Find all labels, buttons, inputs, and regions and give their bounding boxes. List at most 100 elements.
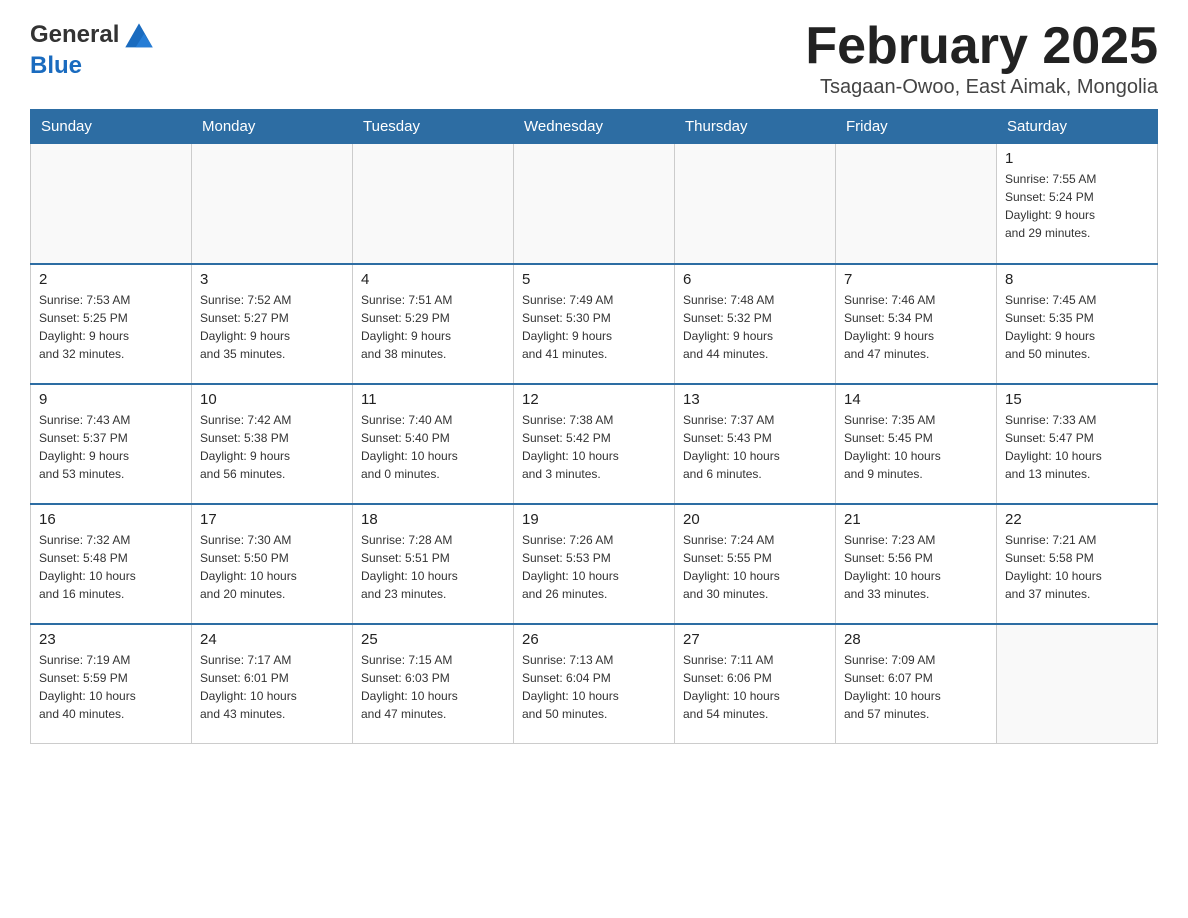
- day-number: 8: [1005, 271, 1149, 288]
- calendar-cell: 12 Sunrise: 7:38 AM Sunset: 5:42 PM Dayli…: [514, 384, 675, 504]
- calendar-cell: 8 Sunrise: 7:45 AM Sunset: 5:35 PM Daylig…: [997, 264, 1158, 384]
- calendar-cell: 15 Sunrise: 7:33 AM Sunset: 5:47 PM Dayli…: [997, 384, 1158, 504]
- calendar-cell: 19 Sunrise: 7:26 AM Sunset: 5:53 PM Dayli…: [514, 504, 675, 624]
- day-info: Sunrise: 7:45 AM Sunset: 5:35 PM Dayligh…: [1005, 291, 1149, 363]
- calendar-cell: [353, 144, 514, 264]
- day-number: 1: [1005, 150, 1149, 167]
- day-number: 28: [844, 631, 988, 648]
- calendar-cell: 27 Sunrise: 7:11 AM Sunset: 6:06 PM Dayli…: [675, 624, 836, 744]
- day-info: Sunrise: 7:43 AM Sunset: 5:37 PM Dayligh…: [39, 411, 183, 483]
- day-number: 24: [200, 631, 344, 648]
- calendar-header-row: SundayMondayTuesdayWednesdayThursdayFrid…: [31, 110, 1158, 144]
- calendar-week-row: 9 Sunrise: 7:43 AM Sunset: 5:37 PM Daylig…: [31, 384, 1158, 504]
- calendar-cell: 7 Sunrise: 7:46 AM Sunset: 5:34 PM Daylig…: [836, 264, 997, 384]
- calendar-cell: [514, 144, 675, 264]
- calendar-cell: 10 Sunrise: 7:42 AM Sunset: 5:38 PM Dayli…: [192, 384, 353, 504]
- day-number: 12: [522, 391, 666, 408]
- day-number: 27: [683, 631, 827, 648]
- day-info: Sunrise: 7:23 AM Sunset: 5:56 PM Dayligh…: [844, 531, 988, 603]
- day-number: 9: [39, 391, 183, 408]
- day-info: Sunrise: 7:53 AM Sunset: 5:25 PM Dayligh…: [39, 291, 183, 363]
- calendar-cell: [31, 144, 192, 264]
- day-number: 25: [361, 631, 505, 648]
- day-info: Sunrise: 7:19 AM Sunset: 5:59 PM Dayligh…: [39, 651, 183, 723]
- day-info: Sunrise: 7:11 AM Sunset: 6:06 PM Dayligh…: [683, 651, 827, 723]
- day-info: Sunrise: 7:28 AM Sunset: 5:51 PM Dayligh…: [361, 531, 505, 603]
- calendar-cell: 17 Sunrise: 7:30 AM Sunset: 5:50 PM Dayli…: [192, 504, 353, 624]
- day-number: 5: [522, 271, 666, 288]
- day-info: Sunrise: 7:46 AM Sunset: 5:34 PM Dayligh…: [844, 291, 988, 363]
- day-number: 23: [39, 631, 183, 648]
- calendar-week-row: 23 Sunrise: 7:19 AM Sunset: 5:59 PM Dayli…: [31, 624, 1158, 744]
- day-info: Sunrise: 7:35 AM Sunset: 5:45 PM Dayligh…: [844, 411, 988, 483]
- day-number: 2: [39, 271, 183, 288]
- day-number: 4: [361, 271, 505, 288]
- calendar-cell: 20 Sunrise: 7:24 AM Sunset: 5:55 PM Dayli…: [675, 504, 836, 624]
- title-block: February 2025 Tsagaan-Owoo, East Aimak, …: [805, 20, 1158, 99]
- day-info: Sunrise: 7:55 AM Sunset: 5:24 PM Dayligh…: [1005, 170, 1149, 242]
- calendar-cell: 16Sunrise: 7:32 AM Sunset: 5:48 PM Dayli…: [31, 504, 192, 624]
- day-info: Sunrise: 7:48 AM Sunset: 5:32 PM Dayligh…: [683, 291, 827, 363]
- day-info: Sunrise: 7:42 AM Sunset: 5:38 PM Dayligh…: [200, 411, 344, 483]
- calendar-cell: 5 Sunrise: 7:49 AM Sunset: 5:30 PM Daylig…: [514, 264, 675, 384]
- calendar-cell: 18 Sunrise: 7:28 AM Sunset: 5:51 PM Dayli…: [353, 504, 514, 624]
- day-info: Sunrise: 7:24 AM Sunset: 5:55 PM Dayligh…: [683, 531, 827, 603]
- calendar-table: SundayMondayTuesdayWednesdayThursdayFrid…: [30, 109, 1158, 744]
- calendar-cell: 6Sunrise: 7:48 AM Sunset: 5:32 PM Daylig…: [675, 264, 836, 384]
- calendar-week-row: 1 Sunrise: 7:55 AM Sunset: 5:24 PM Daylig…: [31, 144, 1158, 264]
- weekday-header-tuesday: Tuesday: [353, 110, 514, 144]
- day-number: 10: [200, 391, 344, 408]
- calendar-cell: 1 Sunrise: 7:55 AM Sunset: 5:24 PM Daylig…: [997, 144, 1158, 264]
- day-info: Sunrise: 7:52 AM Sunset: 5:27 PM Dayligh…: [200, 291, 344, 363]
- day-number: 22: [1005, 511, 1149, 528]
- day-info: Sunrise: 7:49 AM Sunset: 5:30 PM Dayligh…: [522, 291, 666, 363]
- weekday-header-monday: Monday: [192, 110, 353, 144]
- day-number: 16: [39, 511, 183, 528]
- day-info: Sunrise: 7:30 AM Sunset: 5:50 PM Dayligh…: [200, 531, 344, 603]
- calendar-cell: 2 Sunrise: 7:53 AM Sunset: 5:25 PM Daylig…: [31, 264, 192, 384]
- calendar-cell: [675, 144, 836, 264]
- weekday-header-saturday: Saturday: [997, 110, 1158, 144]
- calendar-cell: 14 Sunrise: 7:35 AM Sunset: 5:45 PM Dayli…: [836, 384, 997, 504]
- calendar-cell: 9 Sunrise: 7:43 AM Sunset: 5:37 PM Daylig…: [31, 384, 192, 504]
- calendar-cell: 13Sunrise: 7:37 AM Sunset: 5:43 PM Dayli…: [675, 384, 836, 504]
- calendar-cell: 21 Sunrise: 7:23 AM Sunset: 5:56 PM Dayli…: [836, 504, 997, 624]
- day-number: 3: [200, 271, 344, 288]
- calendar-cell: 22 Sunrise: 7:21 AM Sunset: 5:58 PM Dayli…: [997, 504, 1158, 624]
- day-number: 21: [844, 511, 988, 528]
- day-number: 7: [844, 271, 988, 288]
- day-number: 11: [361, 391, 505, 408]
- day-info: Sunrise: 7:13 AM Sunset: 6:04 PM Dayligh…: [522, 651, 666, 723]
- calendar-cell: 28 Sunrise: 7:09 AM Sunset: 6:07 PM Dayli…: [836, 624, 997, 744]
- day-number: 20: [683, 511, 827, 528]
- logo: General Blue: [30, 20, 157, 80]
- page-header: General Blue February 2025 Tsagaan-Owoo,…: [30, 20, 1158, 99]
- calendar-cell: [836, 144, 997, 264]
- calendar-cell: [192, 144, 353, 264]
- calendar-week-row: 2 Sunrise: 7:53 AM Sunset: 5:25 PM Daylig…: [31, 264, 1158, 384]
- day-number: 14: [844, 391, 988, 408]
- day-number: 15: [1005, 391, 1149, 408]
- weekday-header-thursday: Thursday: [675, 110, 836, 144]
- day-info: Sunrise: 7:21 AM Sunset: 5:58 PM Dayligh…: [1005, 531, 1149, 603]
- calendar-week-row: 16Sunrise: 7:32 AM Sunset: 5:48 PM Dayli…: [31, 504, 1158, 624]
- day-info: Sunrise: 7:40 AM Sunset: 5:40 PM Dayligh…: [361, 411, 505, 483]
- day-number: 19: [522, 511, 666, 528]
- day-number: 17: [200, 511, 344, 528]
- calendar-cell: 23 Sunrise: 7:19 AM Sunset: 5:59 PM Dayli…: [31, 624, 192, 744]
- logo-text-blue: Blue: [30, 52, 82, 79]
- weekday-header-wednesday: Wednesday: [514, 110, 675, 144]
- weekday-header-sunday: Sunday: [31, 110, 192, 144]
- day-info: Sunrise: 7:38 AM Sunset: 5:42 PM Dayligh…: [522, 411, 666, 483]
- location-subtitle: Tsagaan-Owoo, East Aimak, Mongolia: [805, 76, 1158, 99]
- day-number: 18: [361, 511, 505, 528]
- day-info: Sunrise: 7:51 AM Sunset: 5:29 PM Dayligh…: [361, 291, 505, 363]
- day-info: Sunrise: 7:17 AM Sunset: 6:01 PM Dayligh…: [200, 651, 344, 723]
- day-number: 26: [522, 631, 666, 648]
- day-info: Sunrise: 7:09 AM Sunset: 6:07 PM Dayligh…: [844, 651, 988, 723]
- month-year-title: February 2025: [805, 20, 1158, 72]
- day-info: Sunrise: 7:33 AM Sunset: 5:47 PM Dayligh…: [1005, 411, 1149, 483]
- logo-text-general: General: [30, 21, 119, 49]
- calendar-cell: [997, 624, 1158, 744]
- day-info: Sunrise: 7:26 AM Sunset: 5:53 PM Dayligh…: [522, 531, 666, 603]
